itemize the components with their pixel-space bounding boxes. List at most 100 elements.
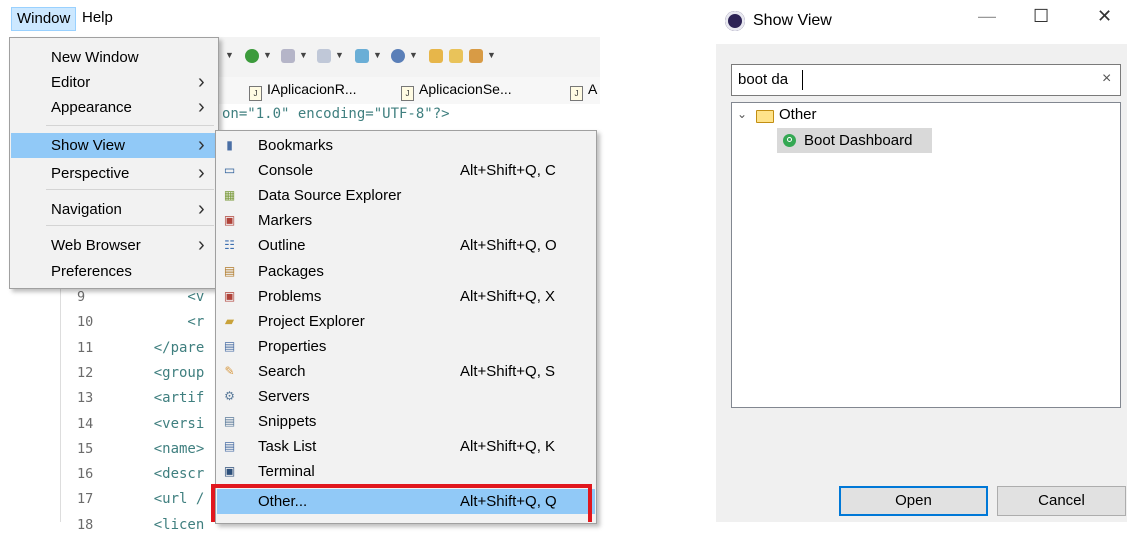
dropdown-arrow-icon[interactable]: ▼ <box>373 50 382 60</box>
view-item-outline[interactable]: ☷ Outline Alt+Shift+Q, O <box>217 233 595 258</box>
task-list-icon: ▤ <box>223 439 236 453</box>
clear-filter-icon[interactable]: × <box>1102 70 1111 88</box>
dropdown-arrow-icon[interactable]: ▼ <box>263 50 272 60</box>
maximize-button[interactable]: ☐ <box>1033 6 1049 27</box>
console-icon: ▭ <box>223 163 236 177</box>
view-item-label: Project Explorer <box>258 313 365 330</box>
view-item-search[interactable]: ✎ Search Alt+Shift+Q, S <box>217 359 595 384</box>
dropdown-arrow-icon[interactable]: ▼ <box>487 50 496 60</box>
filter-input[interactable] <box>731 64 1121 96</box>
menu-item-editor[interactable]: Editor › <box>11 70 217 95</box>
packages-icon: ▤ <box>223 264 236 278</box>
chevron-down-icon[interactable]: ⌄ <box>737 107 747 121</box>
view-item-bookmarks[interactable]: ▮ Bookmarks <box>217 133 595 158</box>
open-button[interactable]: Open <box>839 486 988 516</box>
text-caret <box>802 70 803 90</box>
menu-item-web-browser[interactable]: Web Browser › <box>11 233 217 258</box>
menu-separator <box>46 225 214 226</box>
menu-separator <box>46 189 214 190</box>
view-item-problems[interactable]: ▣ Problems Alt+Shift+Q, X <box>217 284 595 309</box>
search-icon: ✎ <box>224 364 235 378</box>
menu-item-label: Navigation <box>51 201 122 218</box>
view-item-project-explorer[interactable]: ▰ Project Explorer <box>217 309 595 334</box>
java-file-icon: J <box>570 86 583 101</box>
view-item-label: Servers <box>258 388 310 405</box>
menu-item-show-view[interactable]: Show View › <box>11 133 217 158</box>
code-line: <licen <box>120 517 205 533</box>
close-button[interactable]: ✕ <box>1097 6 1112 27</box>
snippets-icon: ▤ <box>223 414 236 428</box>
open-type-icon[interactable] <box>429 49 443 63</box>
menu-item-label: New Window <box>51 49 139 66</box>
cancel-button[interactable]: Cancel <box>997 486 1126 516</box>
view-item-task-list[interactable]: ▤ Task List Alt+Shift+Q, K <box>217 434 595 459</box>
view-item-snippets[interactable]: ▤ Snippets <box>217 409 595 434</box>
view-item-terminal[interactable]: ▣ Terminal <box>217 459 595 484</box>
menu-item-perspective[interactable]: Perspective › <box>11 161 217 186</box>
dropdown-arrow-icon[interactable]: ▼ <box>225 50 234 60</box>
shortcut-label: Alt+Shift+Q, K <box>460 438 556 455</box>
window-menu: New Window Editor › Appearance › Show View › Pe… <box>9 37 219 289</box>
code-line: <name> <box>120 441 205 457</box>
line-number: 14 <box>77 416 94 432</box>
minimize-button[interactable]: — <box>978 6 996 27</box>
folder-open-icon <box>756 110 774 123</box>
code-line: <v <box>120 289 205 305</box>
menu-item-new-window[interactable]: New Window <box>11 45 217 70</box>
menu-separator <box>46 125 214 126</box>
menu-item-preferences[interactable]: Preferences <box>11 259 217 284</box>
view-item-label: Snippets <box>258 413 317 430</box>
stop-icon[interactable] <box>281 49 295 63</box>
view-item-data-source-explorer[interactable]: ▦ Data Source Explorer <box>217 183 595 208</box>
menu-help[interactable]: Help <box>77 7 118 29</box>
tree-category-other[interactable]: Other <box>779 106 817 123</box>
code-line: <artif <box>120 390 205 406</box>
view-item-label: Properties <box>258 338 327 355</box>
dropdown-arrow-icon[interactable]: ▼ <box>299 50 308 60</box>
view-item-label: Bookmarks <box>258 137 334 154</box>
line-number: 16 <box>77 466 94 482</box>
tree-item-label: Boot Dashboard <box>804 132 913 149</box>
view-item-label: Console <box>258 162 314 179</box>
menu-item-navigation[interactable]: Navigation › <box>11 197 217 222</box>
properties-icon: ▤ <box>223 339 236 353</box>
menu-item-label: Show View <box>51 137 125 154</box>
code-line: <descr <box>120 466 205 482</box>
new-server-icon[interactable] <box>355 49 369 63</box>
line-number: 11 <box>77 340 94 356</box>
view-item-servers[interactable]: ⚙ Servers <box>217 384 595 409</box>
chevron-right-icon: › <box>198 198 205 220</box>
line-number: 15 <box>77 441 94 457</box>
menu-item-label: Perspective <box>51 165 130 182</box>
view-item-markers[interactable]: ▣ Markers <box>217 208 595 233</box>
run-icon[interactable] <box>245 49 259 63</box>
chevron-right-icon: › <box>198 162 205 184</box>
tab-label: AplicacionSe... <box>419 81 512 97</box>
dropdown-arrow-icon[interactable]: ▼ <box>409 50 418 60</box>
view-item-packages[interactable]: ▤ Packages <box>217 259 595 284</box>
tab-third[interactable]: JA <box>570 81 597 101</box>
project-explorer-icon: ▰ <box>224 314 235 328</box>
menu-bar: Window Help <box>0 0 600 37</box>
shortcut-label: Alt+Shift+Q, C <box>460 162 556 179</box>
menu-item-appearance[interactable]: Appearance › <box>11 95 217 120</box>
view-item-console[interactable]: ▭ Console Alt+Shift+Q, C <box>217 158 595 183</box>
view-item-label: Outline <box>258 237 306 254</box>
tab-label: A <box>588 81 598 97</box>
tab-aplicacionse[interactable]: J AplicacionSe... <box>401 81 512 101</box>
menu-item-label: Appearance <box>51 99 132 116</box>
shortcut-label: Alt+Shift+Q, X <box>460 288 556 305</box>
open-folder-icon[interactable] <box>449 49 463 63</box>
tab-iaplicacion[interactable]: J IAplicacionR... <box>249 81 356 101</box>
deploy-icon[interactable] <box>317 49 331 63</box>
menu-window[interactable]: Window <box>11 7 77 31</box>
view-item-properties[interactable]: ▤ Properties <box>217 334 595 359</box>
spring-icon[interactable] <box>391 49 405 63</box>
code-line: <r <box>120 314 205 330</box>
search-icon[interactable] <box>469 49 483 63</box>
editor-tabs: J IAplicacionR... J AplicacionSe... JA <box>215 77 600 105</box>
line-number: 13 <box>77 390 94 406</box>
data-source-icon: ▦ <box>223 188 236 202</box>
dropdown-arrow-icon[interactable]: ▼ <box>335 50 344 60</box>
view-item-label: Problems <box>258 288 322 305</box>
